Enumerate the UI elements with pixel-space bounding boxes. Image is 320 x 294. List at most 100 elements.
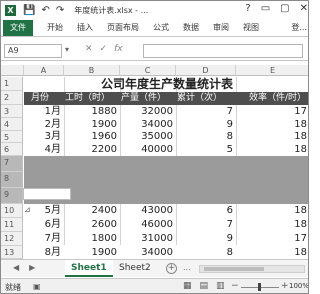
cell-hours[interactable]: 1800 [64, 232, 120, 246]
formula-input[interactable] [143, 44, 303, 58]
page-layout-view-icon[interactable]: ▤ [200, 281, 209, 291]
cell-output[interactable]: 32000 [120, 105, 176, 119]
row-header[interactable]: 10 [1, 204, 23, 218]
cell-month[interactable]: 4月 [24, 143, 64, 157]
sheet-title-cell[interactable]: 公司年度生产数量统计表 [24, 77, 308, 91]
cell-month[interactable]: 1月 [24, 105, 64, 119]
redo-icon[interactable]: ↷ [56, 5, 64, 16]
cell-efficiency[interactable]: 18 [236, 130, 308, 144]
tab-view[interactable]: 视图 [243, 22, 259, 33]
cell-count[interactable]: 9 [176, 232, 236, 246]
sheet-tab-sheet2[interactable]: Sheet2 [113, 260, 157, 277]
row-header[interactable]: 12 [1, 232, 23, 246]
cell-output[interactable]: 34000 [120, 246, 176, 260]
tab-insert[interactable]: 插入 [77, 22, 93, 33]
header-cell-output[interactable]: 产量（件） [121, 92, 176, 105]
enter-icon[interactable]: ✓ [100, 44, 108, 54]
row-header[interactable]: 6 [1, 143, 23, 156]
chevron-down-icon[interactable]: ▾ [65, 45, 69, 54]
cell-output[interactable]: 46000 [120, 218, 176, 232]
row-header[interactable]: 13 [1, 246, 23, 259]
cell-output[interactable]: 43000 [120, 204, 176, 218]
header-cell-month[interactable]: 月份 [31, 92, 64, 105]
row-header[interactable]: 2 [1, 91, 23, 105]
cell-efficiency[interactable]: 18 [236, 143, 308, 157]
row-header[interactable]: 11 [1, 218, 23, 232]
prev-sheet-icon[interactable]: ◀ [13, 263, 19, 272]
sheet-tab-sheet1[interactable]: Sheet1 [65, 260, 113, 277]
column-header-a[interactable]: A [24, 65, 64, 76]
cell-count[interactable]: 6 [176, 204, 236, 218]
excel-app-icon[interactable]: X [4, 4, 17, 17]
help-icon[interactable]: ? [245, 3, 250, 14]
tab-home[interactable]: 开始 [47, 22, 63, 33]
cell-efficiency[interactable]: 18 [236, 204, 308, 218]
column-header-c[interactable]: C [120, 65, 176, 76]
tab-review[interactable]: 审阅 [213, 22, 229, 33]
cell-output[interactable]: 35000 [120, 130, 176, 144]
cell-month[interactable]: 5月 [24, 204, 64, 218]
active-cell[interactable] [23, 188, 71, 200]
row-header[interactable]: 7 [1, 156, 23, 172]
row-header[interactable]: 8 [1, 172, 23, 188]
normal-view-icon[interactable]: ▦ [183, 281, 192, 291]
cell-hours[interactable]: 1960 [64, 130, 120, 144]
cell-hours[interactable]: 2200 [64, 143, 120, 157]
row-header[interactable]: 4 [1, 118, 23, 131]
cell-hours[interactable]: 2400 [64, 204, 120, 218]
cell-count[interactable]: 7 [176, 105, 236, 119]
zoom-slider-handle[interactable] [258, 283, 261, 291]
cell-efficiency[interactable]: 18 [236, 218, 308, 232]
cell-month[interactable]: 3月 [24, 130, 64, 144]
sign-in-link[interactable]: 登... [291, 22, 307, 33]
next-sheet-icon[interactable]: ▶ [29, 263, 35, 272]
column-header-d[interactable]: D [176, 65, 236, 76]
tab-file[interactable]: 文件 [3, 19, 33, 36]
cell-efficiency[interactable]: 17 [236, 232, 308, 246]
cell-hours[interactable]: 1880 [64, 105, 120, 119]
cell-count[interactable]: 7 [176, 218, 236, 232]
zoom-level[interactable]: 100% [289, 282, 308, 290]
cell-hours[interactable]: 1900 [64, 246, 120, 260]
page-break-view-icon[interactable]: ▥ [216, 281, 225, 291]
scrollbar-thumb[interactable] [204, 267, 264, 271]
header-cell-count[interactable]: 累计（次） [177, 92, 236, 105]
column-header-b[interactable]: B [64, 65, 120, 76]
more-sheets-icon[interactable]: ... [183, 263, 191, 272]
minimize-icon[interactable]: ▭ [261, 3, 270, 14]
row-header[interactable]: 5 [1, 131, 23, 143]
save-icon[interactable]: 💾 [23, 5, 35, 16]
add-sheet-button[interactable]: + [166, 263, 177, 274]
close-icon[interactable]: ✕ [300, 3, 308, 14]
column-header-e[interactable]: E [236, 65, 308, 76]
tab-formulas[interactable]: 公式 [153, 22, 169, 33]
insert-function-icon[interactable]: fx [114, 44, 123, 54]
macro-record-icon[interactable]: ▣ [33, 282, 41, 291]
undo-icon[interactable]: ↶ [41, 5, 49, 16]
cell-month[interactable]: 7月 [24, 232, 64, 246]
cell-output[interactable]: 31000 [120, 232, 176, 246]
cell-efficiency[interactable]: 18 [236, 246, 308, 260]
tab-page-layout[interactable]: 页面布局 [107, 22, 139, 33]
row-header[interactable]: 1 [1, 77, 23, 91]
cancel-icon[interactable]: ✕ [85, 44, 93, 54]
header-cell-efficiency[interactable]: 效率（件/时） [249, 92, 308, 105]
row-header[interactable]: 3 [1, 105, 23, 118]
header-cell-hours[interactable]: 工时（时） [65, 92, 120, 105]
name-box[interactable]: A9 [4, 44, 62, 58]
zoom-in-button[interactable]: + [281, 281, 289, 291]
cell-count[interactable]: 8 [176, 130, 236, 144]
cell-count[interactable]: 5 [176, 143, 236, 157]
cell-hours[interactable]: 2600 [64, 218, 120, 232]
cell-count[interactable]: 8 [176, 246, 236, 260]
worksheet-grid[interactable]: A B C D E 1 2 3 4 5 6 公司年度生产数量统计表 月份 工时（… [1, 65, 308, 246]
select-all-corner[interactable] [1, 65, 24, 76]
cell-output[interactable]: 40000 [120, 143, 176, 157]
cell-efficiency[interactable]: 17 [236, 105, 308, 119]
cell-month[interactable]: 6月 [24, 218, 64, 232]
row-header[interactable]: 9 [1, 188, 23, 204]
horizontal-scrollbar[interactable] [199, 265, 305, 273]
restore-icon[interactable]: ▢ [280, 3, 289, 14]
zoom-out-button[interactable]: − [231, 281, 239, 291]
cell-month[interactable]: 8月 [24, 246, 64, 260]
